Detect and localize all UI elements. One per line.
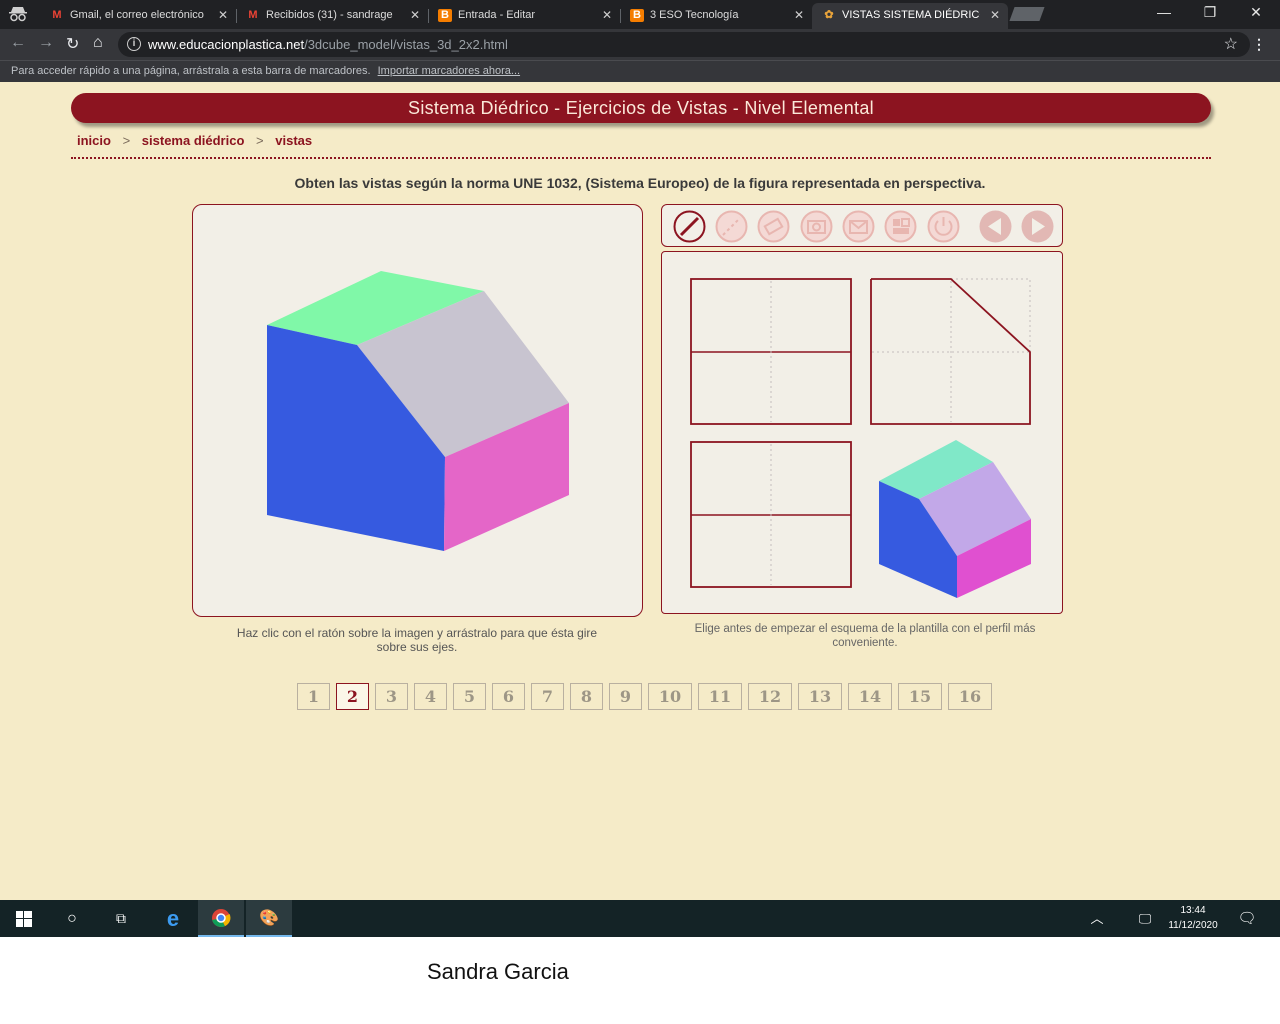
- views-template-sheet[interactable]: [661, 251, 1063, 614]
- pencil-tool-icon[interactable]: [672, 210, 707, 243]
- new-tab-button[interactable]: [1009, 7, 1045, 21]
- tab-entrada-editar[interactable]: B Entrada - Editar ✕: [428, 3, 620, 29]
- sheet-caption: Elige antes de empezar el esquema de la …: [694, 623, 1036, 649]
- browser-toolbar: ← → ↻ ⌂ i www.educacionplastica.net/3dcu…: [0, 29, 1280, 60]
- dotted-divider: [71, 157, 1211, 159]
- dashed-line-tool-icon[interactable]: [714, 210, 749, 243]
- breadcrumb-vistas[interactable]: vistas: [275, 133, 312, 148]
- page-button-11[interactable]: 11: [698, 683, 742, 710]
- page-button-16[interactable]: 16: [948, 683, 992, 710]
- site-info-icon[interactable]: i: [127, 37, 141, 51]
- 3d-figure[interactable]: [193, 205, 642, 616]
- page-button-2[interactable]: 2: [336, 683, 369, 710]
- incognito-icon: [9, 7, 27, 22]
- show-hidden-icons-icon[interactable]: ︿: [1082, 900, 1112, 937]
- menu-kebab-icon[interactable]: ⋮: [1252, 36, 1266, 53]
- tab-gmail[interactable]: M Gmail, el correo electrónico ✕: [40, 3, 236, 29]
- page-button-13[interactable]: 13: [798, 683, 842, 710]
- side-view-box[interactable]: [870, 278, 1031, 425]
- restore-icon[interactable]: ❐: [1190, 4, 1230, 21]
- blogger-icon: B: [630, 9, 644, 22]
- page-button-4[interactable]: 4: [414, 683, 447, 710]
- network-icon[interactable]: 🖵: [1130, 900, 1160, 937]
- close-tab-icon[interactable]: ✕: [602, 3, 612, 27]
- page-button-12[interactable]: 12: [748, 683, 792, 710]
- front-view-box[interactable]: [690, 278, 852, 425]
- exercise-instruction: Obten las vistas según la norma UNE 1032…: [294, 175, 986, 191]
- page-button-9[interactable]: 9: [609, 683, 642, 710]
- 3d-model-viewer[interactable]: [192, 204, 643, 617]
- gmail-icon: M: [52, 9, 62, 21]
- page-button-10[interactable]: 10: [648, 683, 692, 710]
- bookmarks-hint: Para acceder rápido a una página, arrást…: [11, 65, 371, 77]
- layout-icon[interactable]: [883, 210, 918, 243]
- breadcrumb: inicio > sistema diédrico > vistas: [77, 133, 313, 148]
- chrome-browser-icon[interactable]: [198, 900, 244, 937]
- prev-arrow-icon[interactable]: [978, 210, 1013, 243]
- bookmark-star-icon[interactable]: ☆: [1224, 34, 1238, 54]
- forward-arrow-icon[interactable]: →: [38, 34, 54, 52]
- power-icon[interactable]: [926, 210, 961, 243]
- close-tab-icon[interactable]: ✕: [990, 3, 1000, 27]
- page-button-8[interactable]: 8: [570, 683, 603, 710]
- browser-tab-strip: M Gmail, el correo electrónico ✕ M Recib…: [0, 0, 1280, 29]
- system-clock[interactable]: 13:44 11/12/2020: [1160, 903, 1226, 933]
- viewer-caption: Haz clic con el ratón sobre la imagen y …: [236, 626, 598, 654]
- page-button-1[interactable]: 1: [297, 683, 330, 710]
- tab-vistas-sistema-diedrico[interactable]: ✿ VISTAS SISTEMA DIÉDRICO ✕: [812, 3, 1008, 29]
- page-button-5[interactable]: 5: [453, 683, 486, 710]
- page-banner: Sistema Diédrico - Ejercicios de Vistas …: [71, 93, 1211, 123]
- drawing-toolbar: [661, 204, 1063, 247]
- address-bar[interactable]: i www.educacionplastica.net/3dcube_model…: [118, 32, 1250, 57]
- minimize-icon[interactable]: —: [1144, 4, 1184, 20]
- camera-icon[interactable]: [799, 210, 834, 243]
- notifications-icon[interactable]: 🗨: [1232, 900, 1262, 937]
- paint-app-icon[interactable]: 🎨: [246, 900, 292, 937]
- tab-3-eso-tecnologia[interactable]: B 3 ESO Tecnología ✕: [620, 3, 812, 29]
- page-button-3[interactable]: 3: [375, 683, 408, 710]
- close-tab-icon[interactable]: ✕: [410, 3, 420, 27]
- page-content: Sistema Diédrico - Ejercicios de Vistas …: [0, 82, 1280, 900]
- page-button-15[interactable]: 15: [898, 683, 942, 710]
- bookmarks-bar: Para acceder rápido a una página, arrást…: [0, 60, 1280, 82]
- import-bookmarks-link[interactable]: Importar marcadores ahora...: [378, 65, 520, 77]
- reference-figure: [879, 440, 1031, 598]
- close-window-icon[interactable]: ✕: [1236, 4, 1276, 21]
- author-signature: Sandra Garcia: [427, 959, 569, 984]
- breadcrumb-sistema-diedrico[interactable]: sistema diédrico: [142, 133, 245, 148]
- top-view-box[interactable]: [690, 441, 852, 588]
- gmail-icon: M: [248, 9, 258, 21]
- back-arrow-icon[interactable]: ←: [10, 34, 26, 52]
- task-view-icon[interactable]: ⧉: [100, 900, 142, 937]
- close-tab-icon[interactable]: ✕: [794, 3, 804, 27]
- windows-start-icon[interactable]: [0, 900, 48, 937]
- edge-browser-icon[interactable]: e: [150, 900, 196, 937]
- home-icon[interactable]: ⌂: [93, 34, 103, 52]
- search-circle-icon[interactable]: ○: [52, 900, 92, 937]
- blogger-icon: B: [438, 9, 452, 22]
- reload-icon[interactable]: ↻: [66, 34, 79, 54]
- eraser-icon[interactable]: [756, 210, 791, 243]
- breadcrumb-inicio[interactable]: inicio: [77, 133, 111, 148]
- page-button-6[interactable]: 6: [492, 683, 525, 710]
- site-icon: ✿: [824, 9, 834, 21]
- next-arrow-icon[interactable]: [1020, 210, 1055, 243]
- mail-icon[interactable]: [841, 210, 876, 243]
- close-tab-icon[interactable]: ✕: [218, 3, 228, 27]
- page-button-7[interactable]: 7: [531, 683, 564, 710]
- tab-recibidos[interactable]: M Recibidos (31) - sandrage ✕: [236, 3, 428, 29]
- url-text: www.educacionplastica.net/3dcube_model/v…: [148, 37, 508, 52]
- page-button-14[interactable]: 14: [848, 683, 892, 710]
- windows-taskbar: ○ ⧉ e 🎨 ︿ 🖵 13:44 11/12/2020 🗨: [0, 900, 1280, 937]
